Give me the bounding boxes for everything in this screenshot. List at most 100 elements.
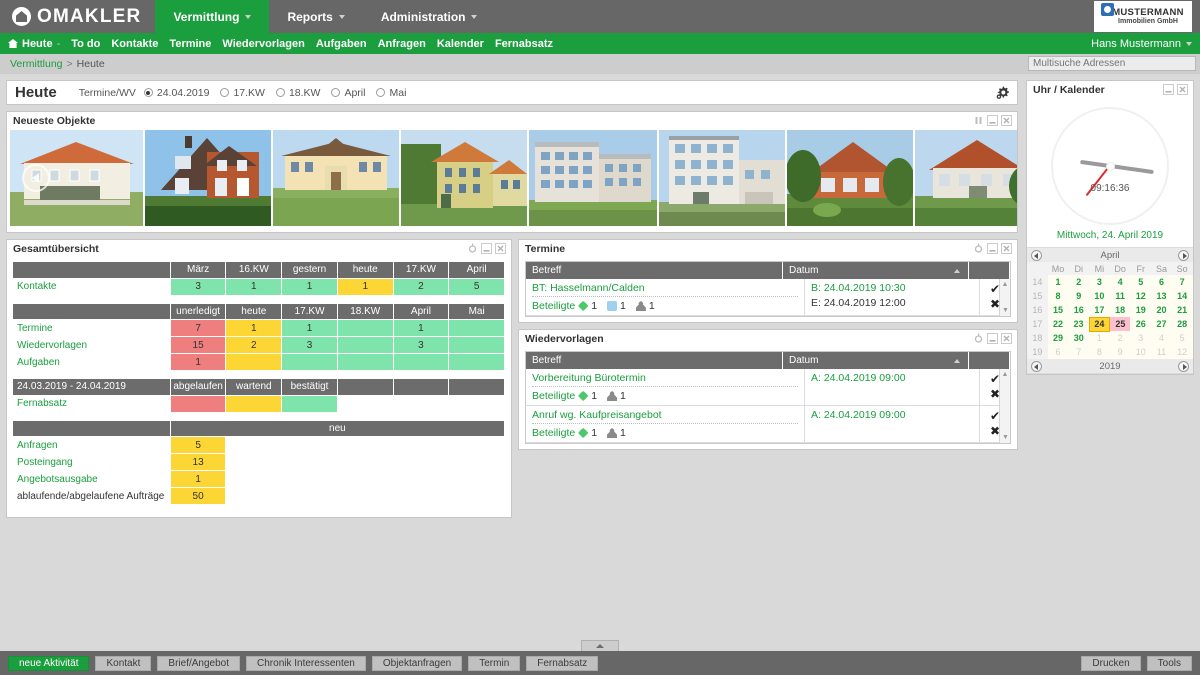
cell-kontakte-kw17[interactable]: 2 bbox=[392, 277, 450, 296]
cell-wv-mai[interactable] bbox=[448, 336, 505, 354]
minimize-icon[interactable] bbox=[987, 115, 998, 126]
brief-angebot-button[interactable]: Brief/Angebot bbox=[157, 655, 241, 671]
calendar-day[interactable]: 10 bbox=[1089, 289, 1110, 303]
calendar-day[interactable]: 30 bbox=[1068, 331, 1090, 345]
row-label-termine[interactable]: Termine bbox=[13, 319, 171, 337]
breadcrumb-root[interactable]: Vermittlung bbox=[10, 58, 63, 70]
cell-kontakte-gestern[interactable]: 1 bbox=[281, 277, 338, 296]
calendar-day[interactable]: 19 bbox=[1130, 303, 1152, 317]
row-label-kontakte[interactable]: Kontakte bbox=[13, 277, 171, 296]
cell-wv-april[interactable]: 3 bbox=[392, 336, 450, 354]
subnav-item-todo[interactable]: To do bbox=[71, 38, 100, 50]
calendar-day[interactable]: 22 bbox=[1047, 317, 1069, 331]
subnav-item-fernabsatz[interactable]: Fernabsatz bbox=[495, 38, 553, 50]
cell-wv-unerledigt[interactable]: 15 bbox=[169, 336, 227, 354]
table-row[interactable]: BT: Hasselmann/Calden Beteiligte 1 1 1 B… bbox=[526, 279, 1010, 316]
cell-fernabsatz-bestaetigt[interactable] bbox=[281, 394, 338, 413]
subnav-item-aufgaben[interactable]: Aufgaben bbox=[316, 38, 367, 50]
calendar-day[interactable]: 3 bbox=[1089, 275, 1110, 289]
carousel-photo-neubau-wohnanlage[interactable] bbox=[529, 130, 657, 226]
cell-wv-heute[interactable]: 2 bbox=[225, 336, 283, 354]
calendar-day-outside[interactable]: 7 bbox=[1068, 345, 1090, 359]
filter-option-kw18[interactable]: 18.KW bbox=[275, 87, 320, 99]
calendar-day[interactable]: 11 bbox=[1109, 289, 1131, 303]
calendar-day-outside[interactable]: 10 bbox=[1130, 345, 1152, 359]
cell-wv-kw18[interactable] bbox=[336, 336, 394, 354]
calendar-day[interactable]: 6 bbox=[1151, 275, 1172, 289]
row-label-auftraege[interactable]: ablaufende/abgelaufene Aufträge bbox=[13, 487, 171, 505]
cell-termine-april[interactable]: 1 bbox=[392, 319, 450, 337]
cell-termine-kw18[interactable] bbox=[336, 319, 394, 337]
calendar-day[interactable]: 15 bbox=[1047, 303, 1069, 317]
tools-button[interactable]: Tools bbox=[1146, 655, 1192, 671]
calendar-day-outside[interactable]: 3 bbox=[1130, 331, 1152, 345]
filter-option-kw17[interactable]: 17.KW bbox=[220, 87, 265, 99]
menu-item-administration[interactable]: Administration bbox=[363, 0, 496, 33]
close-icon[interactable] bbox=[1001, 243, 1012, 254]
subnav-item-heute[interactable]: Heute bbox=[8, 38, 53, 50]
cell-aufgaben-unerledigt[interactable]: 1 bbox=[169, 353, 227, 371]
calendar-day[interactable]: 5 bbox=[1130, 275, 1152, 289]
minimize-icon[interactable] bbox=[481, 243, 492, 254]
subnav-item-kontakte[interactable]: Kontakte bbox=[111, 38, 158, 50]
calendar-day[interactable]: 26 bbox=[1130, 317, 1152, 331]
calendar-day-outside[interactable]: 6 bbox=[1047, 345, 1069, 359]
subnav-item-wiedervorlagen[interactable]: Wiedervorlagen bbox=[222, 38, 304, 50]
scroll-up-button[interactable]: ▲ bbox=[1000, 279, 1010, 290]
property-carousel[interactable] bbox=[7, 130, 1017, 232]
calendar-day[interactable]: 1 bbox=[1047, 275, 1069, 289]
calendar-day-outside[interactable]: 5 bbox=[1171, 331, 1193, 345]
cell-termine-mai[interactable] bbox=[448, 319, 505, 337]
app-logo[interactable]: OMAKLER bbox=[0, 0, 155, 33]
table-row[interactable]: Vorbereitung Bürotermin Beteiligte 1 1 A… bbox=[526, 369, 1010, 406]
calendar-day[interactable]: 8 bbox=[1047, 289, 1069, 303]
cell-angebotsausgabe-neu[interactable]: 1 bbox=[169, 470, 227, 488]
cell-fernabsatz-wartend[interactable] bbox=[225, 394, 283, 413]
wv-subject[interactable]: Anruf wg. Kaufpreisangebot bbox=[532, 409, 798, 424]
calendar-day[interactable]: 29 bbox=[1047, 331, 1069, 345]
calendar-day[interactable]: 23 bbox=[1068, 317, 1090, 331]
close-icon[interactable] bbox=[1001, 333, 1012, 344]
cell-kontakte-april[interactable]: 5 bbox=[448, 277, 505, 296]
filter-option-april[interactable]: April bbox=[331, 87, 365, 99]
calendar-day[interactable]: 20 bbox=[1151, 303, 1172, 317]
close-icon[interactable] bbox=[1177, 84, 1188, 95]
drucken-button[interactable]: Drucken bbox=[1081, 655, 1141, 671]
termine-subject[interactable]: BT: Hasselmann/Calden bbox=[532, 282, 798, 297]
calendar-day[interactable]: 17 bbox=[1089, 303, 1110, 317]
calendar-day-outside[interactable]: 2 bbox=[1109, 331, 1131, 345]
carousel-photo-backsteinhaus-garten[interactable] bbox=[787, 130, 913, 226]
calendar-day[interactable]: 7 bbox=[1171, 275, 1193, 289]
week-number[interactable]: 14 bbox=[1027, 275, 1048, 289]
cell-kontakte-heute[interactable]: 1 bbox=[336, 277, 394, 296]
calendar-day[interactable]: 27 bbox=[1151, 317, 1172, 331]
row-label-posteingang[interactable]: Posteingang bbox=[13, 453, 171, 471]
kontakt-button[interactable]: Kontakt bbox=[95, 655, 152, 671]
refresh-icon[interactable] bbox=[973, 243, 984, 254]
neue-aktivitaet-button[interactable]: neue Aktivität bbox=[8, 655, 90, 671]
prev-year-button[interactable] bbox=[1031, 360, 1042, 372]
week-number[interactable]: 15 bbox=[1027, 289, 1048, 303]
col-header-betreff[interactable]: Betreff bbox=[526, 262, 783, 279]
menu-item-vermittlung[interactable]: Vermittlung bbox=[155, 0, 270, 33]
termine-scrollbar[interactable]: ▲ ▼ bbox=[999, 279, 1010, 316]
refresh-icon[interactable] bbox=[467, 243, 478, 254]
chronik-interessenten-button[interactable]: Chronik Interessenten bbox=[246, 655, 366, 671]
close-icon[interactable] bbox=[495, 243, 506, 254]
cell-kontakte-kw16[interactable]: 1 bbox=[225, 277, 283, 296]
col-header-datum[interactable]: Datum bbox=[782, 262, 969, 279]
cell-aufgaben-heute[interactable] bbox=[225, 353, 283, 371]
scroll-down-button[interactable]: ▼ bbox=[1000, 432, 1011, 443]
week-number[interactable]: 19 bbox=[1027, 345, 1048, 359]
scroll-up-button[interactable]: ▲ bbox=[1000, 369, 1010, 380]
filter-option-mai[interactable]: Mai bbox=[376, 87, 406, 99]
calendar-day-outside[interactable]: 12 bbox=[1171, 345, 1193, 359]
termin-button[interactable]: Termin bbox=[468, 655, 521, 671]
wiedervorlagen-scrollbar[interactable]: ▲ ▼ bbox=[999, 369, 1010, 443]
carousel-photo-mehrfamilienhaus-ocker[interactable] bbox=[401, 130, 527, 226]
pause-icon[interactable] bbox=[973, 115, 984, 126]
next-year-button[interactable] bbox=[1178, 360, 1189, 372]
week-number[interactable]: 18 bbox=[1027, 331, 1048, 345]
fernabsatz-button[interactable]: Fernabsatz bbox=[526, 655, 599, 671]
user-menu[interactable]: Hans Mustermann bbox=[1091, 38, 1192, 50]
